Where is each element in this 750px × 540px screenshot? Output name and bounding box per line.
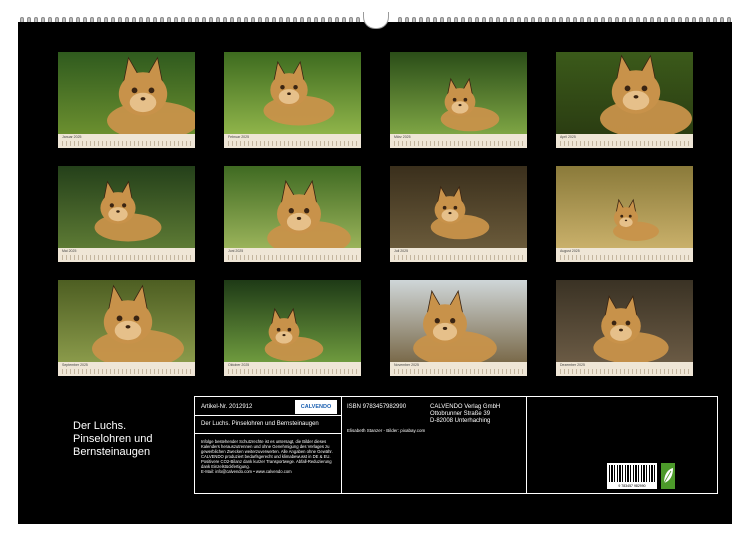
month-page: August 2025 xyxy=(556,166,693,262)
day-ticks xyxy=(394,141,523,146)
publisher-city: D-82008 Unterhaching xyxy=(430,418,491,424)
date-strip: September 2025 xyxy=(58,362,195,376)
month-label: Oktober 2025 xyxy=(228,363,250,367)
month-page: April 2025 xyxy=(556,52,693,148)
article-number: Artikel-Nr. 2012912 xyxy=(201,404,253,410)
month-page: März 2025 xyxy=(390,52,527,148)
calendar-title: Der Luchs. Pinselohren und Bernsteinauge… xyxy=(73,420,203,459)
contact-email: E-Mail: info@calvendo.com • www.calvendo… xyxy=(201,469,292,474)
lynx-photo xyxy=(556,166,693,248)
month-page: Mai 2025 xyxy=(58,166,195,262)
lynx-photo xyxy=(390,52,527,134)
date-strip: April 2025 xyxy=(556,134,693,148)
month-label: Mai 2025 xyxy=(62,249,77,253)
date-strip: Dezember 2025 xyxy=(556,362,693,376)
month-page: Juli 2025 xyxy=(390,166,527,262)
month-page: September 2025 xyxy=(58,280,195,376)
publisher-name: CALVENDO Verlag GmbH xyxy=(430,404,501,410)
barcode: 9 783457 982990 xyxy=(607,463,657,489)
lynx-photo xyxy=(58,280,195,362)
day-ticks xyxy=(62,255,191,260)
lynx-photo xyxy=(556,52,693,134)
month-page: Dezember 2025 xyxy=(556,280,693,376)
date-strip: Januar 2025 xyxy=(58,134,195,148)
month-label: September 2025 xyxy=(62,363,88,367)
title-line-2: Pinselohren und xyxy=(73,433,153,445)
day-ticks xyxy=(228,255,357,260)
day-ticks xyxy=(394,255,523,260)
day-ticks xyxy=(560,369,689,374)
month-label: April 2025 xyxy=(560,135,576,139)
calvendo-logo: CALVENDO xyxy=(295,400,337,414)
month-page: Februar 2025 xyxy=(224,52,361,148)
legal-body: Infolge bestehender Schutzrechte ist es … xyxy=(201,439,333,469)
title-line-3: Bernsteinaugen xyxy=(73,446,151,458)
info-box: Artikel-Nr. 2012912 CALVENDO Der Luchs. … xyxy=(194,396,718,494)
day-ticks xyxy=(394,369,523,374)
month-page: November 2025 xyxy=(390,280,527,376)
lynx-photo xyxy=(390,280,527,362)
eco-leaf-icon xyxy=(661,463,675,489)
month-label: Februar 2025 xyxy=(228,135,250,139)
date-strip: August 2025 xyxy=(556,248,693,262)
divider xyxy=(195,433,341,434)
month-label: März 2025 xyxy=(394,135,411,139)
date-strip: Februar 2025 xyxy=(224,134,361,148)
lynx-photo xyxy=(58,52,195,134)
photo-credit: Elisabeth Stanzer - Bilder: pixabay.com xyxy=(347,428,426,433)
lynx-photo xyxy=(224,166,361,248)
divider xyxy=(341,397,342,493)
month-label: Juli 2025 xyxy=(394,249,409,253)
day-ticks xyxy=(62,141,191,146)
month-label: Dezember 2025 xyxy=(560,363,585,367)
date-strip: November 2025 xyxy=(390,362,527,376)
divider xyxy=(195,415,341,416)
month-page: Juni 2025 xyxy=(224,166,361,262)
month-label: August 2025 xyxy=(560,249,580,253)
legal-text: Infolge bestehender Schutzrechte ist es … xyxy=(201,439,339,474)
day-ticks xyxy=(560,255,689,260)
lynx-photo xyxy=(390,166,527,248)
publisher-street: Ottobrunner Straße 39 xyxy=(430,411,491,417)
barcode-number: 9 783457 982990 xyxy=(618,484,646,488)
lynx-photo xyxy=(58,166,195,248)
date-strip: Mai 2025 xyxy=(58,248,195,262)
divider xyxy=(526,397,527,493)
month-label: Januar 2025 xyxy=(62,135,82,139)
day-ticks xyxy=(228,141,357,146)
date-strip: Oktober 2025 xyxy=(224,362,361,376)
day-ticks xyxy=(62,369,191,374)
subtitle: Der Luchs. Pinselohren und Bernsteinauge… xyxy=(201,421,319,427)
lynx-photo xyxy=(556,280,693,362)
date-strip: Juni 2025 xyxy=(224,248,361,262)
title-line-1: Der Luchs. xyxy=(73,420,127,432)
barcode-bars xyxy=(609,465,655,482)
isbn: ISBN 9783457982990 xyxy=(347,404,407,410)
lynx-photo xyxy=(224,280,361,362)
lynx-photo xyxy=(224,52,361,134)
month-page: Januar 2025 xyxy=(58,52,195,148)
day-ticks xyxy=(228,369,357,374)
day-ticks xyxy=(560,141,689,146)
month-page: Oktober 2025 xyxy=(224,280,361,376)
date-strip: Juli 2025 xyxy=(390,248,527,262)
month-label: Juni 2025 xyxy=(228,249,244,253)
month-label: November 2025 xyxy=(394,363,419,367)
date-strip: März 2025 xyxy=(390,134,527,148)
